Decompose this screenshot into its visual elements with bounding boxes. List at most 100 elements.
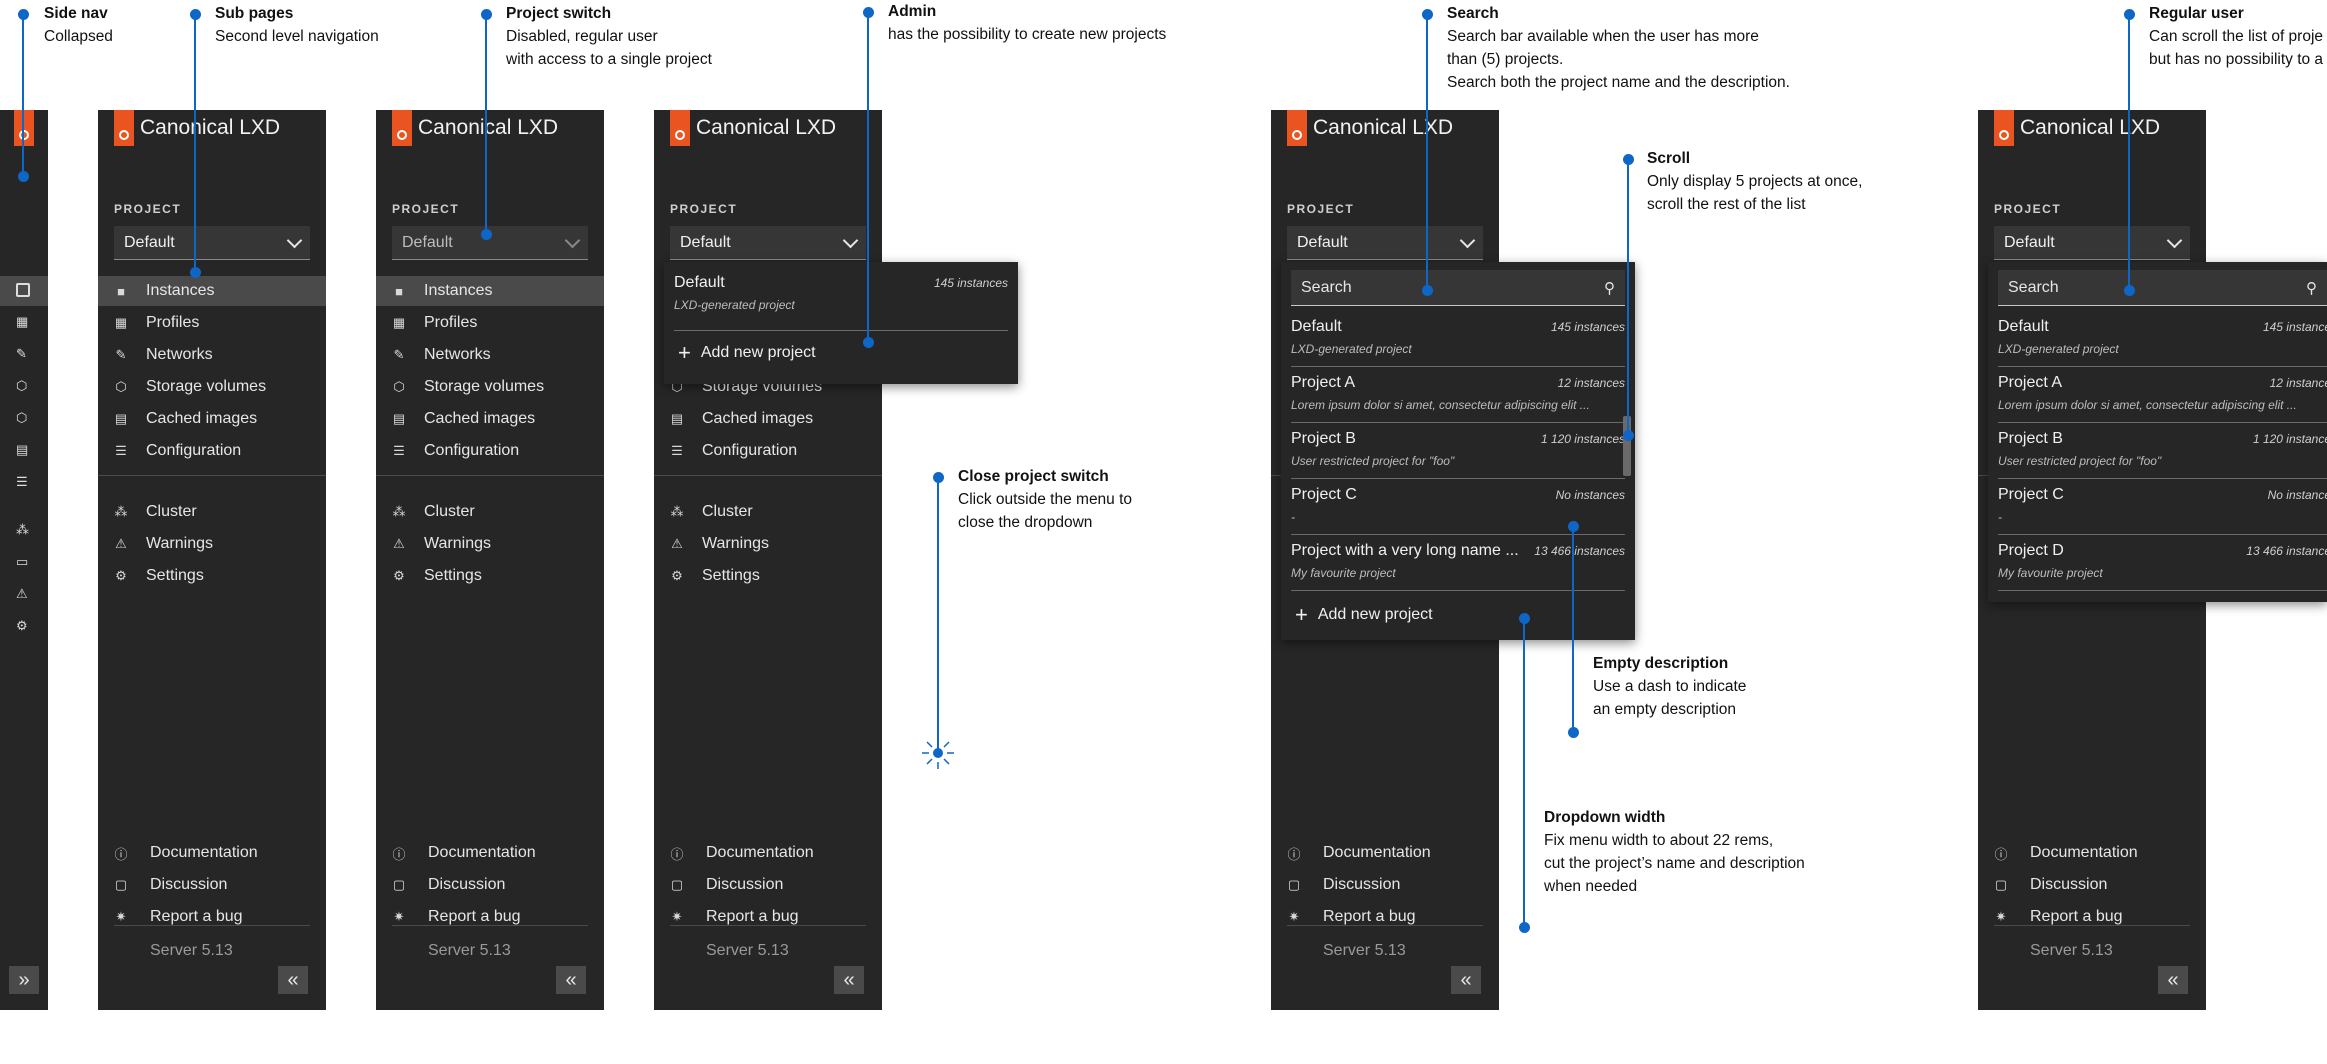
- project-option[interactable]: Project A 12 instances Lorem ipsum dolor s…: [1291, 368, 1625, 423]
- collapse-button[interactable]: «: [278, 966, 308, 994]
- nav-item-instances[interactable]: ■ Instances: [376, 276, 604, 306]
- project-option[interactable]: Default 145 instances LXD-generated projec…: [1998, 312, 2327, 367]
- nav-item-documentation[interactable]: ⓘ Documentation: [654, 838, 882, 868]
- nav-item-cached-images[interactable]: ▤ Cached images: [654, 404, 882, 434]
- annotation-text: Collapsed: [44, 28, 113, 45]
- nav-item-cluster[interactable]: ⁂ Cluster: [98, 497, 326, 527]
- chevron-down-icon: [1459, 232, 1476, 248]
- nav-item-cluster[interactable]: ⁂ Cluster: [654, 497, 882, 527]
- nav-item-cached-images[interactable]: ▤ Cached images: [376, 404, 604, 434]
- expand-button[interactable]: »: [9, 966, 39, 994]
- project-option[interactable]: Project D 13 466 instances My favourite pr…: [1998, 536, 2327, 591]
- annotation-side-nav: Side nav Collapsed: [44, 2, 113, 48]
- nav-item-settings[interactable]: ⚙ Settings: [98, 561, 326, 591]
- settings-icon[interactable]: ⚙: [16, 618, 28, 634]
- nav-item-networks[interactable]: ✎ Networks: [98, 340, 326, 370]
- nav-item-documentation[interactable]: ⓘ Documentation: [1271, 838, 1499, 868]
- add-new-project-button[interactable]: + Add new project: [1295, 604, 1433, 626]
- connector-dot: [1421, 284, 1433, 296]
- nav-item-label: Documentation: [1323, 844, 1431, 861]
- nav-item-instances[interactable]: ■ Instances: [98, 276, 326, 306]
- brand[interactable]: Canonical LXD: [114, 110, 280, 146]
- nav-item-warnings[interactable]: ⚠ Warnings: [98, 529, 326, 559]
- collapse-button[interactable]: «: [556, 966, 586, 994]
- settings-icon: ⚙: [115, 568, 127, 583]
- nav-item-storage-volumes[interactable]: ⬡ Storage volumes: [98, 372, 326, 402]
- nav-item-cluster[interactable]: ⁂ Cluster: [376, 497, 604, 527]
- nav-item-networks[interactable]: ✎ Networks: [376, 340, 604, 370]
- collapse-button[interactable]: «: [834, 966, 864, 994]
- images-icon: ▤: [670, 411, 684, 426]
- brand[interactable]: Canonical LXD: [1287, 110, 1453, 146]
- project-option[interactable]: Default 145 instances LXD-generated proj…: [674, 268, 1008, 331]
- project-select[interactable]: Default: [670, 226, 866, 260]
- search-input[interactable]: Search ⚲: [1998, 270, 2327, 306]
- nav-item-cached-images[interactable]: ▤ Cached images: [98, 404, 326, 434]
- nav-item-warnings[interactable]: ⚠ Warnings: [654, 529, 882, 559]
- brand[interactable]: Canonical LXD: [1994, 110, 2160, 146]
- nav-item-report-a-bug[interactable]: ✷ Report a bug: [654, 902, 882, 932]
- nav-item-discussion[interactable]: ▢ Discussion: [1978, 870, 2206, 900]
- nav-item-discussion[interactable]: ▢ Discussion: [376, 870, 604, 900]
- nav-item-discussion[interactable]: ▢ Discussion: [654, 870, 882, 900]
- annotation-title: Search: [1447, 5, 1499, 22]
- project-select[interactable]: Default: [1287, 226, 1483, 260]
- collapse-button[interactable]: «: [2158, 966, 2188, 994]
- project-option[interactable]: Default 145 instances LXD-generated projec…: [1291, 312, 1625, 367]
- nav-item-documentation[interactable]: ⓘ Documentation: [98, 838, 326, 868]
- storage-pool-icon[interactable]: ▭: [16, 554, 28, 570]
- annotation-sub-pages: Sub pages Second level navigation: [215, 2, 379, 48]
- annotation-text: with access to a single project: [506, 51, 712, 68]
- images-file-icon[interactable]: ▤: [16, 442, 28, 458]
- canonical-logo-icon[interactable]: [14, 110, 34, 146]
- add-new-project-label: Add new project: [1317, 606, 1433, 623]
- nav-item-label: Documentation: [150, 844, 258, 861]
- project-instance-count: No instances: [2267, 488, 2327, 502]
- nav-item-storage-volumes[interactable]: ⬡ Storage volumes: [376, 372, 604, 402]
- nav-item-profiles[interactable]: ▦ Profiles: [98, 308, 326, 338]
- nav-item-discussion[interactable]: ▢ Discussion: [1271, 870, 1499, 900]
- nav-item-settings[interactable]: ⚙ Settings: [654, 561, 882, 591]
- nav-item-discussion[interactable]: ▢ Discussion: [98, 870, 326, 900]
- nav-item-report-a-bug[interactable]: ✷ Report a bug: [1978, 902, 2206, 932]
- brand[interactable]: Canonical LXD: [392, 110, 558, 146]
- nav-item-label: Warnings: [146, 535, 213, 552]
- nav-item-configuration[interactable]: ☰ Configuration: [98, 436, 326, 466]
- connector-dot: [189, 266, 201, 278]
- configuration-icon[interactable]: ☰: [16, 474, 28, 490]
- nav-item-documentation[interactable]: ⓘ Documentation: [1978, 838, 2206, 868]
- nav-item-settings[interactable]: ⚙ Settings: [376, 561, 604, 591]
- nav-item-documentation[interactable]: ⓘ Documentation: [376, 838, 604, 868]
- images-icon[interactable]: ⬡: [16, 410, 27, 426]
- annotation-text: cut the project’s name and description: [1544, 855, 1805, 872]
- project-option[interactable]: Project B 1 120 instances User restricted …: [1998, 424, 2327, 479]
- networks-icon[interactable]: ✎: [16, 346, 27, 362]
- project-description: -: [1291, 510, 1295, 524]
- nav-item-warnings[interactable]: ⚠ Warnings: [376, 529, 604, 559]
- annotation-text: Second level navigation: [215, 28, 379, 45]
- project-option[interactable]: Project A 12 instances Lorem ipsum dolor s…: [1998, 368, 2327, 423]
- project-instance-count: 12 instances: [2269, 376, 2327, 390]
- storage-icon[interactable]: ⬡: [16, 378, 27, 394]
- warnings-icon[interactable]: ⚠: [16, 586, 28, 602]
- cluster-icon[interactable]: ⁂: [16, 522, 29, 538]
- brand[interactable]: Canonical LXD: [670, 110, 836, 146]
- project-option[interactable]: Project C No instances -: [1998, 480, 2327, 535]
- nav-item-report-a-bug[interactable]: ✷ Report a bug: [376, 902, 604, 932]
- profiles-icon[interactable]: ▦: [16, 314, 28, 330]
- nav-item-report-a-bug[interactable]: ✷ Report a bug: [98, 902, 326, 932]
- project-select[interactable]: Default: [1994, 226, 2190, 260]
- divider: [114, 925, 310, 926]
- project-select[interactable]: Default: [114, 226, 310, 260]
- nav-item-profiles[interactable]: ▦ Profiles: [376, 308, 604, 338]
- canonical-logo-icon: [1287, 110, 1307, 146]
- nav-item-report-a-bug[interactable]: ✷ Report a bug: [1271, 902, 1499, 932]
- collapse-button[interactable]: «: [1451, 966, 1481, 994]
- project-option[interactable]: Project with a very long name ... 13 466 …: [1291, 536, 1625, 591]
- divider: [1287, 925, 1483, 926]
- search-input[interactable]: Search ⚲: [1291, 270, 1625, 306]
- project-option[interactable]: Project B 1 120 instances User restricted …: [1291, 424, 1625, 479]
- nav-item-configuration[interactable]: ☰ Configuration: [376, 436, 604, 466]
- add-new-project-button[interactable]: + Add new project: [678, 342, 816, 364]
- nav-item-configuration[interactable]: ☰ Configuration: [654, 436, 882, 466]
